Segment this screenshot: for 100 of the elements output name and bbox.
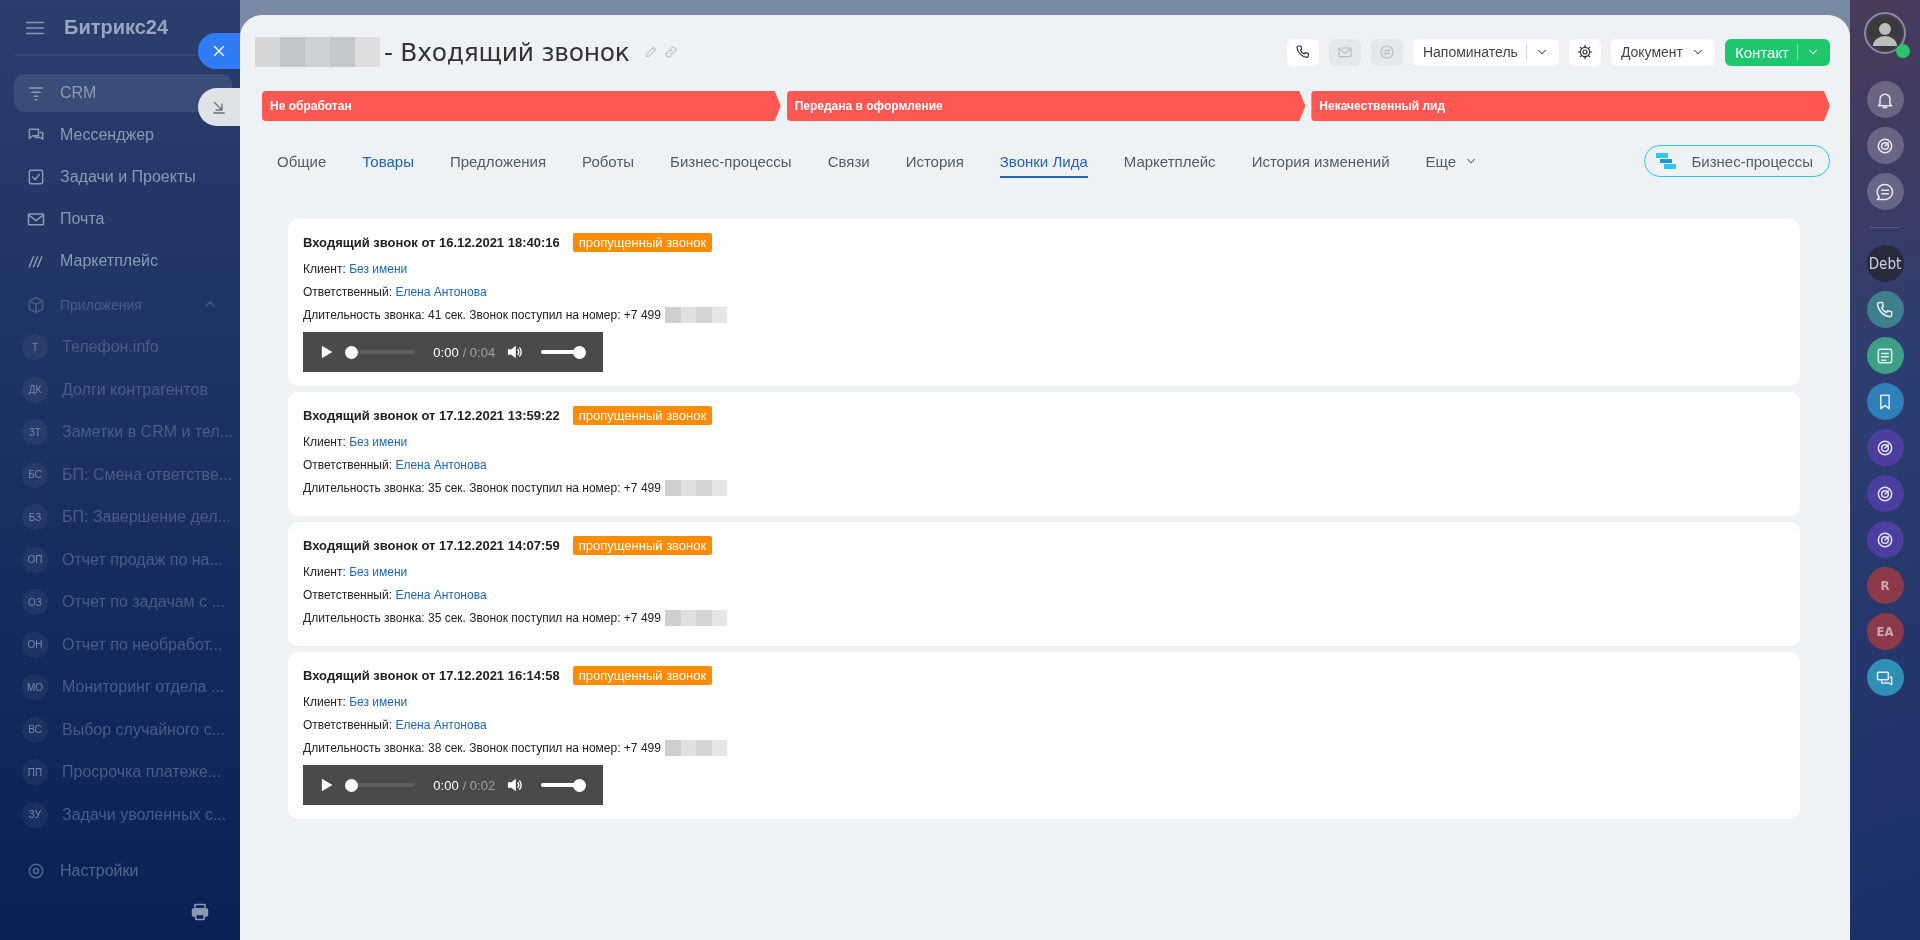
- chat-bubbles-icon[interactable]: [1866, 659, 1904, 696]
- tab[interactable]: История: [905, 144, 964, 178]
- speaker-icon[interactable]: [507, 777, 523, 793]
- initials-avatar: ЗТ: [22, 419, 48, 445]
- envelope-icon: [1336, 44, 1353, 60]
- client-link[interactable]: Без имени: [349, 434, 408, 449]
- printer-icon[interactable]: [190, 902, 210, 922]
- client-line: Клиент: Без имени: [303, 694, 408, 709]
- initials-avatar: ОП: [22, 546, 48, 573]
- document-button[interactable]: Документ: [1610, 38, 1715, 66]
- chat-icon[interactable]: [1866, 173, 1904, 210]
- sidebar-item[interactable]: CRM: [14, 74, 232, 112]
- sidebar-item[interactable]: МО Мониторинг отдела ...: [14, 668, 232, 706]
- phone-shape: [1875, 299, 1895, 320]
- responsible-line: Ответственный: Елена Антонова: [303, 587, 487, 602]
- phone-icon: [1294, 44, 1311, 60]
- minimize-button[interactable]: [198, 88, 240, 126]
- client-line: Клиент: Без имени: [303, 261, 408, 276]
- blurred-number: [664, 479, 727, 496]
- responsible-link[interactable]: Елена Антонова: [395, 717, 487, 732]
- total-time: / 0:02: [462, 777, 496, 793]
- sidebar-item[interactable]: Маркетплейс: [14, 242, 232, 280]
- settings-button[interactable]: [1568, 38, 1601, 66]
- sidebar-item[interactable]: ПП Просрочка платеже...: [14, 753, 232, 791]
- tab[interactable]: Роботы: [582, 144, 635, 178]
- status-badge: пропущенный звонок: [572, 665, 713, 685]
- responsible-line: Ответственный: Елена Антонова: [303, 717, 487, 732]
- initials-avatar: БС: [22, 461, 48, 488]
- initials-avatar: ОН: [22, 631, 48, 658]
- stage-step[interactable]: Не обработан: [262, 91, 781, 121]
- sidebar-item[interactable]: Мессенджер: [14, 116, 232, 154]
- close-button[interactable]: [198, 33, 240, 69]
- initials-avatar: Т: [22, 334, 48, 360]
- chat-arrows-icon: [1378, 44, 1395, 60]
- call-title: Входящий звонок от 17.12.2021 16:14:58: [303, 667, 560, 683]
- app-icon[interactable]: Debt: [1866, 245, 1904, 282]
- contact-button[interactable]: Контакт: [1725, 38, 1830, 66]
- checkbox-icon: [26, 167, 46, 187]
- initials-avatar: МО: [22, 674, 48, 700]
- call-button[interactable]: [1286, 38, 1319, 66]
- initials-avatar: ПП: [22, 759, 48, 785]
- tab[interactable]: Товары: [362, 144, 414, 178]
- gear-icon: [1576, 44, 1593, 60]
- reminder-button[interactable]: Напоминатель: [1412, 38, 1559, 66]
- newspaper-icon[interactable]: [1866, 337, 1904, 374]
- bell-icon[interactable]: [1866, 81, 1904, 118]
- status-badge: пропущенный звонок: [572, 232, 713, 252]
- process-icon: [1655, 152, 1678, 170]
- initials-avatar[interactable]: R: [1866, 567, 1904, 604]
- phone-icon[interactable]: [1866, 291, 1904, 328]
- call-title: Входящий звонок от 17.12.2021 14:07:59: [303, 537, 560, 553]
- blurred-number: [664, 609, 727, 626]
- tab[interactable]: Маркетплейс: [1123, 144, 1216, 178]
- responsible-link[interactable]: Елена Антонова: [395, 457, 487, 472]
- call-details: Длительность звонка: 35 сек. Звонок поступил на номер: +7 499: [303, 480, 661, 495]
- sidebar-item[interactable]: ВС Выбор случайного с...: [14, 710, 232, 749]
- tab[interactable]: Общие: [277, 144, 327, 178]
- total-time: / 0:04: [462, 344, 496, 360]
- gear-icon: [26, 861, 46, 881]
- responsible-line: Ответственный: Елена Антонова: [303, 284, 487, 299]
- bookmark-icon[interactable]: [1866, 383, 1904, 420]
- responsible-line: Ответственный: Елена Антонова: [303, 457, 487, 472]
- status-badge: пропущенный звонок: [572, 535, 713, 555]
- status-badge: пропущенный звонок: [572, 405, 713, 425]
- more-tab[interactable]: Еще: [1425, 144, 1479, 178]
- speaker-icon[interactable]: [507, 344, 523, 360]
- current-time: 0:00: [433, 344, 459, 360]
- tab[interactable]: История изменений: [1251, 144, 1390, 178]
- current-time: 0:00: [433, 777, 459, 793]
- client-link[interactable]: Без имени: [349, 564, 408, 579]
- sidebar-item[interactable]: Настройки: [14, 852, 232, 890]
- stage-step[interactable]: Некачественный лид: [1311, 91, 1830, 121]
- initials-avatar: ЗУ: [22, 801, 48, 828]
- initials-avatar[interactable]: EA: [1866, 613, 1904, 650]
- tab[interactable]: Бизнес-процессы: [670, 144, 792, 178]
- stage-step[interactable]: Передана в оформление: [786, 91, 1306, 121]
- sidebar-item[interactable]: Почта: [14, 200, 232, 238]
- call-title: Входящий звонок от 17.12.2021 13:59:22: [303, 407, 560, 423]
- tab[interactable]: Звонки Лида: [999, 144, 1088, 178]
- sidebar-item[interactable]: ЗУ Задачи уволенных с...: [14, 795, 232, 834]
- call-details: Длительность звонка: 41 сек. Звонок поступил на номер: +7 499: [303, 307, 661, 322]
- call-title: Входящий звонок от 16.12.2021 18:40:16: [303, 234, 560, 250]
- call-details: Длительность звонка: 38 сек. Звонок поступил на номер: +7 499: [303, 740, 661, 755]
- play-icon[interactable]: [321, 777, 334, 793]
- client-line: Клиент: Без имени: [303, 564, 408, 579]
- chat-shape: [1875, 181, 1895, 202]
- client-link[interactable]: Без имени: [349, 694, 408, 709]
- cube-icon: [26, 295, 46, 315]
- tab[interactable]: Предложения: [449, 144, 547, 178]
- responsible-link[interactable]: Елена Антонова: [395, 587, 487, 602]
- initials-avatar: ВС: [22, 716, 48, 743]
- sidebar-item[interactable]: Задачи и Проекты: [14, 158, 232, 196]
- initials-avatar: БЗ: [22, 504, 48, 530]
- client-link[interactable]: Без имени: [349, 261, 408, 276]
- tab[interactable]: Связи: [827, 144, 870, 178]
- play-icon[interactable]: [321, 344, 334, 360]
- logo-text[interactable]: Битрикс24: [64, 16, 169, 39]
- page-title: - Входящий звонок: [384, 37, 630, 67]
- call-details: Длительность звонка: 35 сек. Звонок поступил на номер: +7 499: [303, 610, 661, 625]
- responsible-link[interactable]: Елена Антонова: [395, 284, 487, 299]
